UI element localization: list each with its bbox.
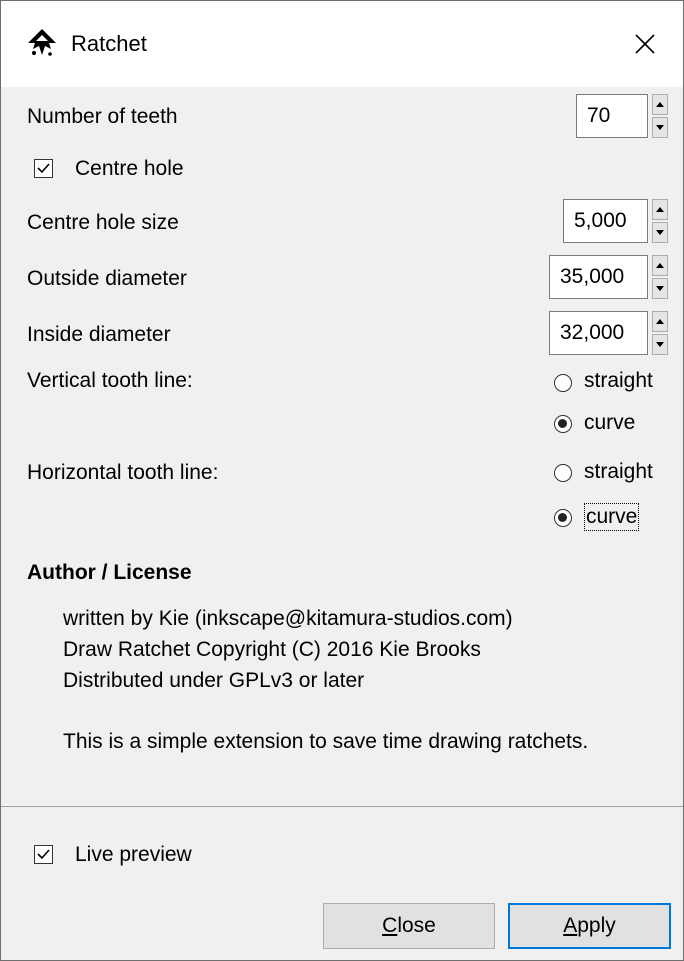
vertical-curve-label[interactable]: curve (584, 411, 635, 435)
horizontal-tooth-line-label: Horizontal tooth line: (27, 461, 219, 484)
teeth-label: Number of teeth (27, 105, 178, 128)
apply-button[interactable]: Apply (508, 903, 671, 949)
title-bar: Ratchet (1, 1, 683, 87)
inside-diameter-label: Inside diameter (27, 323, 171, 346)
hole-size-input[interactable]: 5,000 (563, 199, 648, 243)
spin-down-icon[interactable] (652, 334, 668, 355)
spin-down-icon[interactable] (652, 222, 668, 243)
vertical-tooth-line-label: Vertical tooth line: (27, 369, 193, 392)
close-mnemonic: C (382, 914, 398, 937)
dialog-window: Ratchet Number of teeth 70 Centre hole C… (0, 0, 684, 961)
author-line: written by Kie (inkscape@kitamura-studio… (63, 607, 513, 630)
spin-up-icon[interactable] (652, 199, 668, 220)
inside-diameter-input[interactable]: 32,000 (549, 311, 648, 355)
checkmark-icon (37, 163, 50, 174)
horizontal-straight-label[interactable]: straight (584, 460, 653, 484)
outside-diameter-input[interactable]: 35,000 (549, 255, 648, 299)
spin-up-icon[interactable] (652, 94, 668, 115)
spin-down-icon[interactable] (652, 278, 668, 299)
vertical-straight-label[interactable]: straight (584, 369, 653, 393)
hole-size-label: Centre hole size (27, 211, 179, 234)
spin-up-icon[interactable] (652, 255, 668, 276)
description-line: This is a simple extension to save time … (63, 730, 589, 753)
horizontal-curve-radio[interactable] (554, 509, 572, 527)
vertical-curve-radio[interactable] (554, 415, 572, 433)
apply-label: pply (577, 914, 616, 937)
inside-diameter-spinner[interactable] (652, 311, 668, 355)
centre-hole-checkbox[interactable] (34, 159, 53, 178)
outside-diameter-label: Outside diameter (27, 267, 187, 290)
teeth-input[interactable]: 70 (576, 94, 648, 138)
outside-diameter-spinner[interactable] (652, 255, 668, 299)
checkmark-icon (37, 849, 50, 860)
live-preview-label[interactable]: Live preview (75, 843, 192, 867)
license-line: Distributed under GPLv3 or later (63, 669, 365, 692)
close-icon (635, 34, 655, 54)
horizontal-straight-radio[interactable] (554, 464, 572, 482)
live-preview-checkbox[interactable] (34, 845, 53, 864)
apply-mnemonic: A (563, 914, 578, 937)
close-button[interactable]: Close (323, 903, 495, 949)
close-window-button[interactable] (607, 1, 683, 87)
horizontal-curve-label[interactable]: curve (583, 503, 640, 531)
spin-up-icon[interactable] (652, 311, 668, 332)
inkscape-icon (28, 29, 56, 56)
teeth-spinner[interactable] (652, 94, 668, 138)
copyright-line: Draw Ratchet Copyright (C) 2016 Kie Broo… (63, 638, 481, 661)
separator (1, 806, 683, 807)
author-license-heading: Author / License (27, 561, 192, 584)
vertical-straight-radio[interactable] (554, 374, 572, 392)
window-title: Ratchet (71, 31, 147, 56)
centre-hole-label[interactable]: Centre hole (75, 157, 184, 181)
hole-size-spinner[interactable] (652, 199, 668, 243)
close-label: lose (397, 914, 436, 937)
spin-down-icon[interactable] (652, 117, 668, 138)
